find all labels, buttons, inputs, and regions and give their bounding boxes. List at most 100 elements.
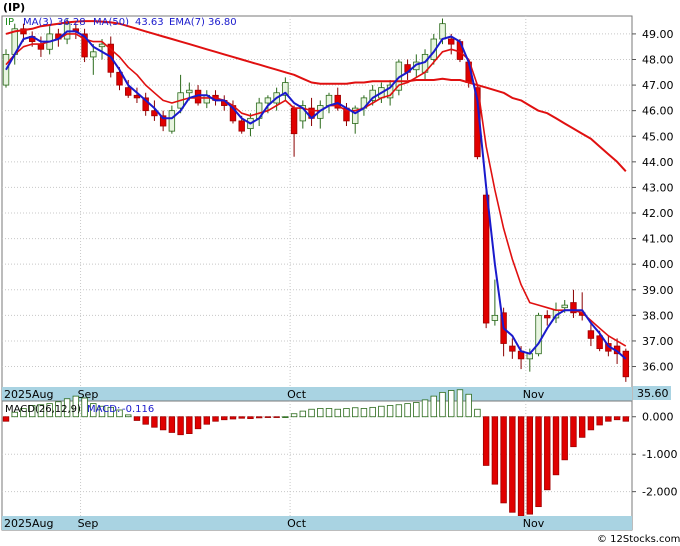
candle-up [168, 110, 176, 132]
macd-bar-positive [290, 413, 298, 418]
candle-down [448, 38, 455, 45]
candle-down [587, 330, 595, 339]
macd-bar-negative [482, 416, 490, 466]
price-y-tick-label: 36.00 [642, 361, 674, 374]
last-price-label: 35.60 [637, 387, 669, 400]
legend-ma3-label: MA(3) [23, 17, 53, 28]
legend-ma50-label: MA(50) [93, 17, 129, 28]
candle-up [535, 314, 542, 355]
price-y-tick-label: 43.00 [642, 181, 674, 194]
macd-bar-positive [317, 408, 324, 418]
macd-bar-positive [125, 414, 132, 418]
candle-up [186, 89, 193, 94]
legend-ticker: IP [5, 17, 14, 28]
price-y-tick-label: 45.00 [642, 130, 674, 143]
macd-bar-positive [386, 405, 394, 418]
price-y-tick-label: 42.00 [642, 207, 674, 220]
macd-y-tick-label: 0.000 [642, 411, 674, 424]
candle-down [125, 87, 132, 96]
price-x-label: Oct [287, 388, 307, 401]
macd-legend-label: MACD: [87, 404, 120, 415]
macd-bar-negative [500, 416, 507, 504]
candle-down [622, 350, 630, 378]
price-y-tick-label: 39.00 [642, 284, 674, 297]
candle-up [561, 304, 568, 309]
price-x-label: Sep [78, 388, 99, 401]
candle-up [439, 23, 446, 40]
macd-bar-negative [221, 416, 228, 421]
macd-bar-positive [430, 395, 437, 418]
macd-bar-positive [456, 389, 464, 418]
price-legend: IP MA(3) 36.28 MA(50) 43.63 EMA(7) 36.80 [5, 17, 237, 28]
candle-up [264, 97, 272, 104]
macd-bar-positive [369, 406, 376, 418]
macd-bar-negative [229, 416, 237, 420]
macd-legend-value: -0.116 [122, 404, 154, 415]
macd-bar-negative [596, 416, 603, 426]
macd-x-label: Nov [523, 517, 545, 530]
macd-bar-negative [561, 416, 568, 461]
macd-bar-positive [439, 391, 446, 418]
macd-bar-negative [517, 416, 525, 517]
macd-bar-positive [465, 393, 472, 418]
candle-up [90, 51, 97, 58]
macd-bar-negative [247, 416, 254, 420]
macd-y-axis: 0.000 -1.000 -2.000 [632, 411, 677, 499]
macd-bar-negative [2, 416, 10, 422]
macd-bar-positive [421, 399, 429, 418]
candle-down [544, 314, 551, 319]
price-y-tick-label: 38.00 [642, 309, 674, 322]
macd-bar-positive [351, 407, 359, 418]
macd-bar-negative [142, 416, 149, 425]
price-y-tick-label: 46.00 [642, 105, 674, 118]
macd-bar-negative [177, 416, 184, 436]
macd-bar-negative [212, 416, 219, 422]
candle-down [37, 43, 45, 50]
legend-ema7-value: 36.80 [208, 17, 237, 28]
macd-bar-positive [474, 408, 481, 418]
macd-x-label: 2025Aug [4, 517, 53, 530]
candle-down [238, 120, 245, 132]
price-x-label: 2025Aug [4, 388, 53, 401]
macd-bar-positive [343, 408, 350, 418]
macd-y-tick-label: -2.000 [642, 486, 677, 499]
macd-bar-negative [151, 416, 158, 428]
candle-down [509, 345, 516, 352]
macd-bar-negative [578, 416, 586, 438]
macd-bar-positive [404, 403, 411, 418]
candle-down [482, 194, 490, 324]
watermark: © 12Stocks.com [597, 534, 680, 545]
macd-bar-positive [378, 405, 385, 418]
candle-up [491, 314, 499, 321]
price-y-axis: 36.00 37.00 38.00 39.00 40.00 41.00 42.00 43.00… [632, 28, 674, 374]
stock-chart: (IP) 36.00 37.00 38.00 39.00 40.00 41.00 42.00… [1, 1, 680, 545]
macd-bar-negative [194, 416, 202, 430]
macd-bar-negative [203, 416, 210, 425]
macd-bar-negative [535, 416, 542, 508]
legend-ma50-value: 43.63 [135, 17, 164, 28]
macd-bar-positive [448, 390, 455, 418]
macd-bar-negative [544, 416, 551, 491]
price-y-tick-label: 40.00 [642, 258, 674, 271]
macd-x-label: Sep [78, 517, 99, 530]
macd-bar-negative [186, 416, 193, 434]
price-y-tick-label: 49.00 [642, 28, 674, 41]
chart-title: (IP) [3, 1, 25, 14]
macd-bar-negative [238, 416, 245, 419]
macd-bar-positive [360, 408, 368, 418]
macd-bar-positive [299, 410, 307, 418]
macd-y-tick-label: -1.000 [642, 448, 677, 461]
macd-bar-positive [334, 408, 341, 418]
macd-bar-negative [273, 416, 280, 418]
price-x-label: Nov [523, 388, 545, 401]
macd-legend: MACD(26,12,9) MACD: -0.116 [5, 404, 154, 415]
macd-bar-negative [613, 416, 621, 421]
macd-legend-params: MACD(26,12,9) [5, 404, 81, 415]
candle-up [2, 53, 10, 86]
macd-bar-negative [159, 416, 167, 431]
legend-ma3-value: 36.28 [57, 17, 86, 28]
macd-bar-positive [282, 416, 289, 418]
macd-bar-negative [168, 416, 176, 433]
price-y-tick-label: 47.00 [642, 79, 674, 92]
price-y-tick-label: 41.00 [642, 233, 674, 246]
